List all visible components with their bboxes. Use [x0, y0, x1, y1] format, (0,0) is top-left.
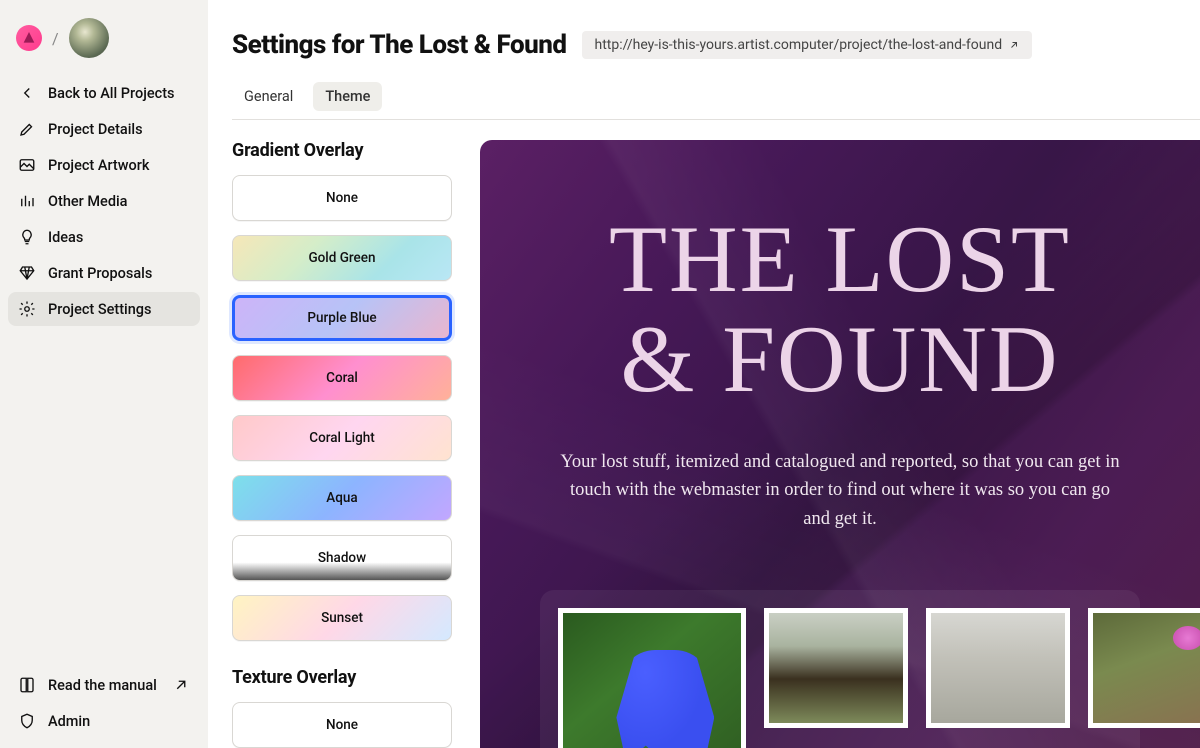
- avatar[interactable]: [69, 18, 109, 58]
- gradient-coral[interactable]: Coral: [232, 355, 452, 401]
- admin-link[interactable]: Admin: [8, 704, 200, 738]
- gallery-thumb: [1088, 608, 1200, 728]
- image-icon: [18, 156, 36, 174]
- swatch-label: Coral: [326, 370, 358, 386]
- sidebar-item-details[interactable]: Project Details: [8, 112, 200, 146]
- swatch-label: None: [326, 190, 358, 206]
- nav-label: Grant Proposals: [48, 265, 152, 282]
- texture-swatches: None: [232, 702, 452, 748]
- swatch-label: Aqua: [326, 490, 357, 506]
- external-link-icon: [1008, 39, 1020, 51]
- nav-label: Other Media: [48, 193, 128, 210]
- gradient-none[interactable]: None: [232, 175, 452, 221]
- nav-label: Back to All Projects: [48, 85, 175, 102]
- nav-label: Admin: [48, 713, 90, 730]
- swatch-label: None: [326, 717, 358, 733]
- gradient-shadow[interactable]: Shadow: [232, 535, 452, 581]
- tab-theme[interactable]: Theme: [313, 82, 382, 111]
- swatch-label: Gold Green: [308, 250, 375, 266]
- external-link-icon: [172, 676, 190, 694]
- back-to-projects[interactable]: Back to All Projects: [8, 76, 200, 110]
- gradient-purple-blue[interactable]: Purple Blue: [232, 295, 452, 341]
- gradient-coral-light[interactable]: Coral Light: [232, 415, 452, 461]
- diamond-icon: [18, 264, 36, 282]
- gallery-thumb: [926, 608, 1070, 728]
- sidebar-item-media[interactable]: Other Media: [8, 184, 200, 218]
- swatch-label: Coral Light: [309, 430, 374, 446]
- gradient-swatches: None Gold Green Purple Blue Coral Coral …: [232, 175, 452, 641]
- preview-title: THE LOST & FOUND: [480, 210, 1200, 410]
- sidebar-footer: Read the manual Admin: [8, 668, 200, 748]
- preview-title-line: & FOUND: [621, 306, 1060, 412]
- section-texture-title: Texture Overlay: [232, 667, 452, 688]
- gradient-aqua[interactable]: Aqua: [232, 475, 452, 521]
- gradient-sunset[interactable]: Sunset: [232, 595, 452, 641]
- gallery-thumb: [558, 608, 746, 748]
- nav-label: Project Artwork: [48, 157, 149, 174]
- gallery-thumb: [764, 608, 908, 728]
- pencil-icon: [18, 120, 36, 138]
- project-url-text: http://hey-is-this-yours.artist.computer…: [594, 37, 1002, 53]
- preview-title-line: THE LOST: [609, 206, 1071, 312]
- gradient-gold-green[interactable]: Gold Green: [232, 235, 452, 281]
- read-manual[interactable]: Read the manual: [8, 668, 200, 702]
- swatch-label: Shadow: [318, 550, 366, 566]
- main-content: Settings for The Lost & Found http://hey…: [208, 0, 1200, 748]
- sidebar-item-settings[interactable]: Project Settings: [8, 292, 200, 326]
- preview-gallery: [540, 590, 1140, 748]
- sidebar-nav: Back to All Projects Project Details Pro…: [8, 76, 200, 326]
- swatch-label: Purple Blue: [307, 310, 376, 326]
- lightbulb-icon: [18, 228, 36, 246]
- nav-label: Read the manual: [48, 677, 157, 694]
- arrow-left-icon: [18, 84, 36, 102]
- bars-icon: [18, 192, 36, 210]
- project-url-chip[interactable]: http://hey-is-this-yours.artist.computer…: [582, 31, 1032, 59]
- page-title: Settings for The Lost & Found: [232, 30, 566, 60]
- sidebar-header: /: [8, 10, 200, 76]
- nav-label: Project Details: [48, 121, 143, 138]
- sidebar-item-artwork[interactable]: Project Artwork: [8, 148, 200, 182]
- breadcrumb-separator: /: [52, 29, 59, 48]
- sidebar: / Back to All Projects Project Details P…: [0, 0, 208, 748]
- settings-tabs: General Theme: [232, 82, 1200, 120]
- book-icon: [18, 676, 36, 694]
- gear-icon: [18, 300, 36, 318]
- texture-none[interactable]: None: [232, 702, 452, 748]
- tab-general[interactable]: General: [232, 82, 305, 111]
- sidebar-item-ideas[interactable]: Ideas: [8, 220, 200, 254]
- app-logo[interactable]: [16, 25, 42, 51]
- theme-preview: THE LOST & FOUND Your lost stuff, itemiz…: [480, 140, 1200, 748]
- page-header: Settings for The Lost & Found http://hey…: [232, 30, 1200, 60]
- shield-icon: [18, 712, 36, 730]
- section-gradient-title: Gradient Overlay: [232, 140, 452, 161]
- theme-options-column: Gradient Overlay None Gold Green Purple …: [232, 140, 452, 748]
- nav-label: Ideas: [48, 229, 83, 246]
- swatch-label: Sunset: [321, 610, 363, 626]
- nav-label: Project Settings: [48, 301, 151, 318]
- sidebar-item-grants[interactable]: Grant Proposals: [8, 256, 200, 290]
- preview-subtitle: Your lost stuff, itemized and catalogued…: [560, 448, 1120, 534]
